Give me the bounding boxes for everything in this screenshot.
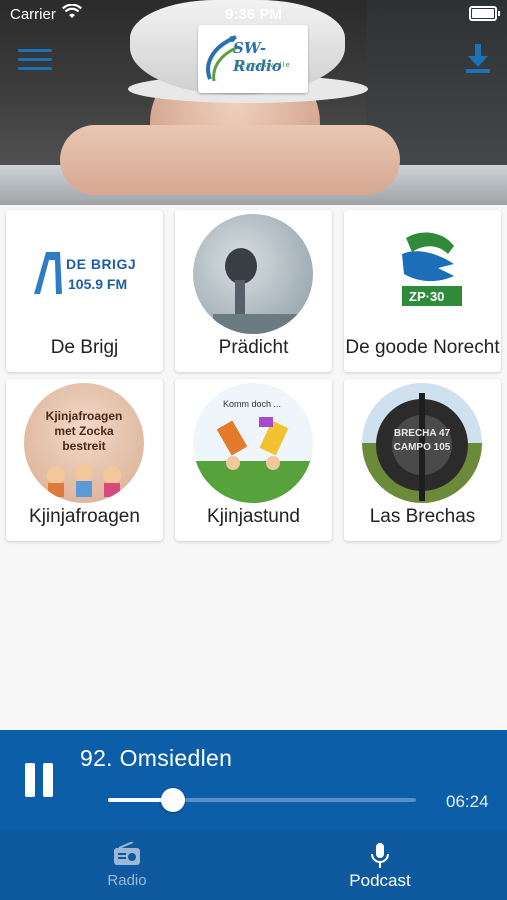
podcast-art-praedicht [193, 214, 313, 334]
status-time: 9:36 PM [225, 6, 282, 23]
tab-radio-label: Radio [107, 872, 147, 889]
podcast-card-kjinjafroagen[interactable]: Kjinjafroagen met Zocka bestreit Kjinjaf… [6, 379, 163, 541]
banner-arms [60, 125, 400, 195]
sw-radio-logo: SW-Radio Segenswelle [198, 25, 308, 93]
podcast-art-kjinjastund: Komm doch ... [193, 383, 313, 503]
podcast-card-las-brechas[interactable]: BRECHA 47 CAMPO 105 Las Brechas [344, 379, 501, 541]
tab-bar: Radio Podcast [0, 830, 507, 900]
podcast-card-kjinjastund[interactable]: Komm doch ... Kjinjastund [175, 379, 332, 541]
status-bar: Carrier 9:36 PM [0, 0, 507, 28]
podcast-card-de-brigj[interactable]: DE BRIGJ 105.9 FM De Brigj [6, 210, 163, 372]
tab-podcast-label: Podcast [349, 871, 411, 890]
podcast-label: Las Brechas [369, 506, 476, 527]
zp30-art-text: ZP·30 [409, 289, 445, 304]
de-brigj-art-frequency: 105.9 FM [68, 276, 128, 292]
podcast-label: Prädicht [218, 337, 289, 358]
download-icon[interactable] [465, 44, 491, 74]
podcast-card-de-goode-norecht[interactable]: ZP·30 De goode Norecht [344, 210, 501, 372]
podcast-label: Kjinjafroagen [29, 506, 140, 527]
podcast-art-de-goode-norecht: ZP·30 [362, 214, 482, 334]
track-title: 92. Omsiedlen [80, 745, 233, 771]
slider-thumb[interactable] [160, 788, 185, 812]
now-playing-bar: 92. Omsiedlen 06:24 [0, 730, 507, 830]
podcast-art-kjinjafroagen: Kjinjafroagen met Zocka bestreit [24, 383, 144, 503]
las-brechas-art-text: BRECHA 47 CAMPO 105 [393, 428, 451, 453]
podcast-label: De goode Norecht [345, 337, 500, 358]
podcast-label: De Brigj [50, 337, 119, 358]
radio-icon [114, 842, 140, 865]
podcast-label: Kjinjastund [207, 506, 300, 527]
logo-subtext: Segenswelle [235, 62, 292, 69]
pause-icon[interactable] [22, 763, 56, 797]
microphone-icon [371, 843, 389, 868]
cartwheel-kids-icon [216, 417, 289, 470]
de-brigj-art-title: DE BRIGJ [66, 256, 137, 272]
battery-icon [469, 6, 500, 21]
podcast-art-de-brigj: DE BRIGJ 105.9 FM [24, 214, 144, 334]
menu-button[interactable] [18, 47, 52, 73]
dove-icon [402, 232, 462, 306]
logo-text: SW-Radio [233, 39, 282, 75]
tab-podcast[interactable]: Podcast [253, 830, 507, 900]
children-illustration-icon [47, 464, 121, 497]
microphone-photo-icon [213, 248, 313, 334]
podcast-art-las-brechas: BRECHA 47 CAMPO 105 [362, 383, 482, 503]
tab-radio[interactable]: Radio [0, 830, 254, 900]
track-duration: 06:24 [446, 792, 489, 811]
playback-slider[interactable] [108, 788, 416, 812]
podcast-card-praedicht[interactable]: Prädicht [175, 210, 332, 372]
